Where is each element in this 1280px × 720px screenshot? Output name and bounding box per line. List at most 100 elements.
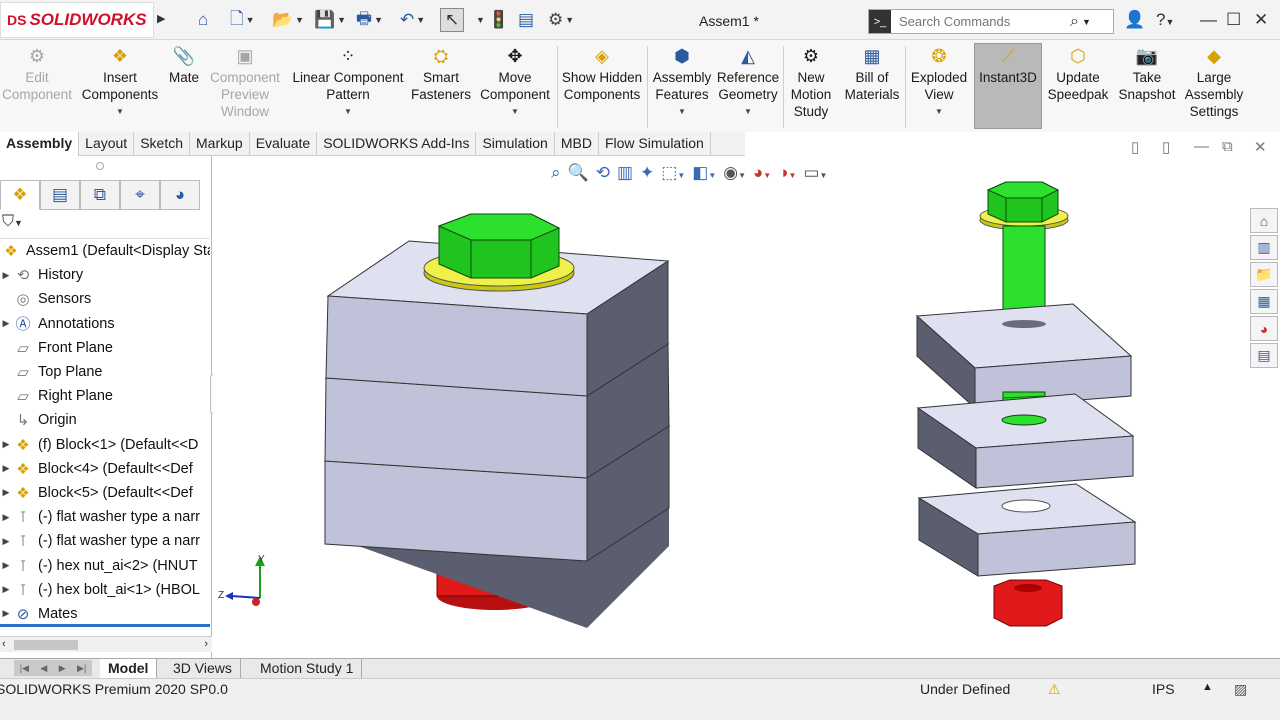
tile-right-icon[interactable]: ▯ bbox=[1162, 138, 1170, 156]
search-dropdown-icon[interactable]: ▼ bbox=[1082, 17, 1091, 27]
rebuild-status-icon[interactable]: ⚠ bbox=[1048, 681, 1061, 698]
new-motion-study-button[interactable]: ⚙ New Motion Study bbox=[786, 44, 836, 120]
open-icon[interactable]: 📂 ▼ bbox=[272, 8, 304, 32]
section-view-icon[interactable]: ▥ bbox=[617, 163, 633, 183]
edit-component-button[interactable]: ⚙ Edit Component bbox=[0, 44, 74, 103]
tree-item-hex-bolt[interactable]: ▶ ⊺ (-) hex bolt_ai<1> (HBOL bbox=[0, 578, 210, 602]
tab-motion-study-1[interactable]: Motion Study 1 bbox=[252, 659, 363, 678]
dynamic-annotation-icon[interactable]: ✦ bbox=[640, 163, 654, 183]
tree-item-block1[interactable]: ▶ ❖ (f) Block<1> (Default<<D bbox=[0, 433, 210, 457]
tab-simulation[interactable]: Simulation bbox=[476, 132, 555, 156]
options-gear-icon[interactable]: ⚙ ▼ bbox=[548, 8, 574, 32]
print-icon[interactable]: 🖶 ▼ bbox=[356, 8, 383, 32]
doc-minimize-icon[interactable]: — bbox=[1194, 138, 1209, 155]
large-assembly-settings-button[interactable]: ◆ Large Assembly Settings bbox=[1182, 44, 1246, 120]
dimxpert-tab-icon[interactable]: ⌖ bbox=[120, 180, 160, 210]
units-dropdown-icon[interactable]: ▲ bbox=[1202, 681, 1213, 693]
tree-item-right-plane[interactable]: ▱ Right Plane bbox=[0, 384, 210, 408]
take-snapshot-button[interactable]: 📷 Take Snapshot bbox=[1114, 44, 1180, 103]
edit-appearance-icon[interactable]: ◕▼ bbox=[753, 163, 771, 183]
minimize-icon[interactable]: — bbox=[1200, 10, 1217, 30]
select-icon[interactable]: ↖ bbox=[440, 8, 465, 32]
tree-item-washer1[interactable]: ▶ ⊺ (-) flat washer type a narr bbox=[0, 505, 210, 529]
solidworks-logo[interactable]: DS SOLIDWORKS bbox=[0, 2, 154, 38]
scroll-right-icon[interactable]: › bbox=[204, 638, 208, 650]
view-palette-icon[interactable]: ▦ bbox=[1250, 289, 1278, 314]
smart-fasteners-button[interactable]: ⛭ Smart Fasteners bbox=[410, 44, 472, 103]
undo-icon[interactable]: ↶ ▼ bbox=[400, 8, 425, 32]
doc-restore-icon[interactable]: ⧉ bbox=[1222, 138, 1233, 155]
scroll-left-icon[interactable]: ‹ bbox=[2, 638, 6, 650]
help-icon[interactable]: ?▼ bbox=[1156, 10, 1174, 30]
tile-left-icon[interactable]: ▯ bbox=[1131, 138, 1139, 156]
tree-item-washer2[interactable]: ▶ ⊺ (-) flat washer type a narr bbox=[0, 529, 210, 553]
solidworks-resources-icon[interactable]: ⌂ bbox=[1250, 208, 1278, 233]
tree-root[interactable]: ❖ Assem1 (Default<Display Sta bbox=[0, 239, 210, 263]
search-icon[interactable]: ⌕ bbox=[1070, 13, 1079, 31]
search-commands-input[interactable] bbox=[891, 14, 1066, 29]
move-component-button[interactable]: ✥ Move Component ▼ bbox=[476, 44, 554, 120]
tree-item-history[interactable]: ▶ ⟲ History bbox=[0, 263, 210, 287]
tree-item-hex-nut[interactable]: ▶ ⊺ (-) hex nut_ai<2> (HNUT bbox=[0, 553, 210, 577]
design-library-icon[interactable]: ▥ bbox=[1250, 235, 1278, 260]
appearances-icon[interactable]: ◕ bbox=[1250, 316, 1278, 341]
new-document-icon[interactable]: 🗋 ▼ bbox=[230, 8, 255, 32]
save-icon[interactable]: 💾 ▼ bbox=[314, 8, 346, 32]
close-icon[interactable]: ✕ bbox=[1254, 10, 1268, 30]
tab-model[interactable]: Model bbox=[100, 659, 158, 678]
show-hidden-components-button[interactable]: ◈ Show Hidden Components bbox=[560, 44, 644, 103]
component-preview-window-button[interactable]: ▣ Component Preview Window bbox=[206, 44, 284, 120]
panel-grip-icon[interactable] bbox=[96, 162, 104, 170]
insert-components-button[interactable]: ❖ Insert Components ▼ bbox=[78, 44, 162, 120]
file-explorer-icon[interactable]: 📁 bbox=[1250, 262, 1278, 287]
tree-item-top-plane[interactable]: ▱ Top Plane bbox=[0, 360, 210, 384]
mate-button[interactable]: 📎 Mate bbox=[164, 44, 204, 86]
feature-manager-tab-icon[interactable]: ❖ bbox=[0, 180, 40, 210]
custom-properties-icon[interactable]: ▤ bbox=[1250, 343, 1278, 368]
status-options-icon[interactable]: ▨ bbox=[1234, 681, 1247, 698]
configuration-manager-tab-icon[interactable]: ⧉ bbox=[80, 180, 120, 210]
zoom-to-area-icon[interactable]: 🔍 bbox=[568, 163, 589, 183]
view-settings-icon[interactable]: ▭▼ bbox=[803, 163, 827, 183]
tree-item-origin[interactable]: ↳ Origin bbox=[0, 408, 210, 432]
tree-item-block4[interactable]: ▶ ❖ Block<4> (Default<<Def bbox=[0, 457, 210, 481]
tree-item-mates[interactable]: ▶ ⊘ Mates bbox=[0, 602, 210, 626]
update-speedpak-button[interactable]: ⬡ Update Speedpak bbox=[1046, 44, 1110, 103]
file-properties-icon[interactable]: ▤ bbox=[518, 8, 534, 32]
instant3d-button[interactable]: ⟋ Instant3D bbox=[974, 43, 1042, 129]
view-orientation-icon[interactable]: ⬚▼ bbox=[661, 163, 685, 183]
display-style-icon[interactable]: ◧▼ bbox=[692, 163, 716, 183]
property-manager-tab-icon[interactable]: ▤ bbox=[40, 180, 80, 210]
rebuild-icon[interactable]: 🚦 bbox=[488, 8, 509, 32]
search-commands-box[interactable]: >_ ⌕ ▼ bbox=[868, 9, 1114, 34]
unit-system[interactable]: IPS bbox=[1152, 681, 1175, 697]
maximize-icon[interactable]: ☐ bbox=[1226, 10, 1241, 30]
tab-solidworks-addins[interactable]: SOLIDWORKS Add-Ins bbox=[317, 132, 477, 156]
tab-flow-simulation[interactable]: Flow Simulation bbox=[599, 132, 711, 156]
tab-assembly[interactable]: Assembly bbox=[0, 132, 80, 156]
tab-evaluate[interactable]: Evaluate bbox=[250, 132, 318, 156]
exploded-view-button[interactable]: ❂ Exploded View ▼ bbox=[908, 44, 970, 120]
tree-horizontal-scrollbar[interactable]: ‹ › bbox=[0, 636, 212, 652]
tab-sketch[interactable]: Sketch bbox=[134, 132, 191, 156]
tree-item-annotations[interactable]: ▶ Ⓐ Annotations bbox=[0, 312, 210, 336]
bill-of-materials-button[interactable]: ▦ Bill of Materials bbox=[840, 44, 904, 103]
hide-show-items-icon[interactable]: ◉▼ bbox=[723, 163, 746, 183]
home-icon[interactable]: ⌂ bbox=[198, 8, 208, 32]
tree-item-sensors[interactable]: ◎ Sensors bbox=[0, 287, 210, 311]
tab-layout[interactable]: Layout bbox=[79, 132, 135, 156]
linear-component-pattern-button[interactable]: ⁘ Linear Component Pattern ▼ bbox=[288, 44, 408, 120]
tree-item-block5[interactable]: ▶ ❖ Block<5> (Default<<Def bbox=[0, 481, 210, 505]
user-icon[interactable]: 👤 bbox=[1124, 10, 1145, 30]
graphics-area[interactable]: Y Z ⌕ 🔍 ⟲ ▥ ✦ ⬚▼ ◧▼ ◉▼ ◕▼ ◑▼ ▭▼ ⌂ ▥ 📁 ▦ … bbox=[213, 156, 1280, 658]
previous-view-icon[interactable]: ⟲ bbox=[596, 163, 610, 183]
apply-scene-icon[interactable]: ◑▼ bbox=[778, 163, 796, 183]
select-dropdown-icon[interactable]: ▼ bbox=[474, 8, 485, 32]
tree-item-front-plane[interactable]: ▱ Front Plane bbox=[0, 336, 210, 360]
tab-scroll-arrows[interactable]: |◀ ◀ ▶ ▶| bbox=[14, 660, 92, 676]
tab-3d-views[interactable]: 3D Views bbox=[165, 659, 241, 678]
tree-filter[interactable]: ⛉▼ bbox=[0, 213, 210, 239]
menu-expand-icon[interactable]: ▶ bbox=[157, 12, 165, 25]
tab-markup[interactable]: Markup bbox=[190, 132, 250, 156]
reference-geometry-button[interactable]: ◭ Reference Geometry ▼ bbox=[716, 44, 780, 120]
